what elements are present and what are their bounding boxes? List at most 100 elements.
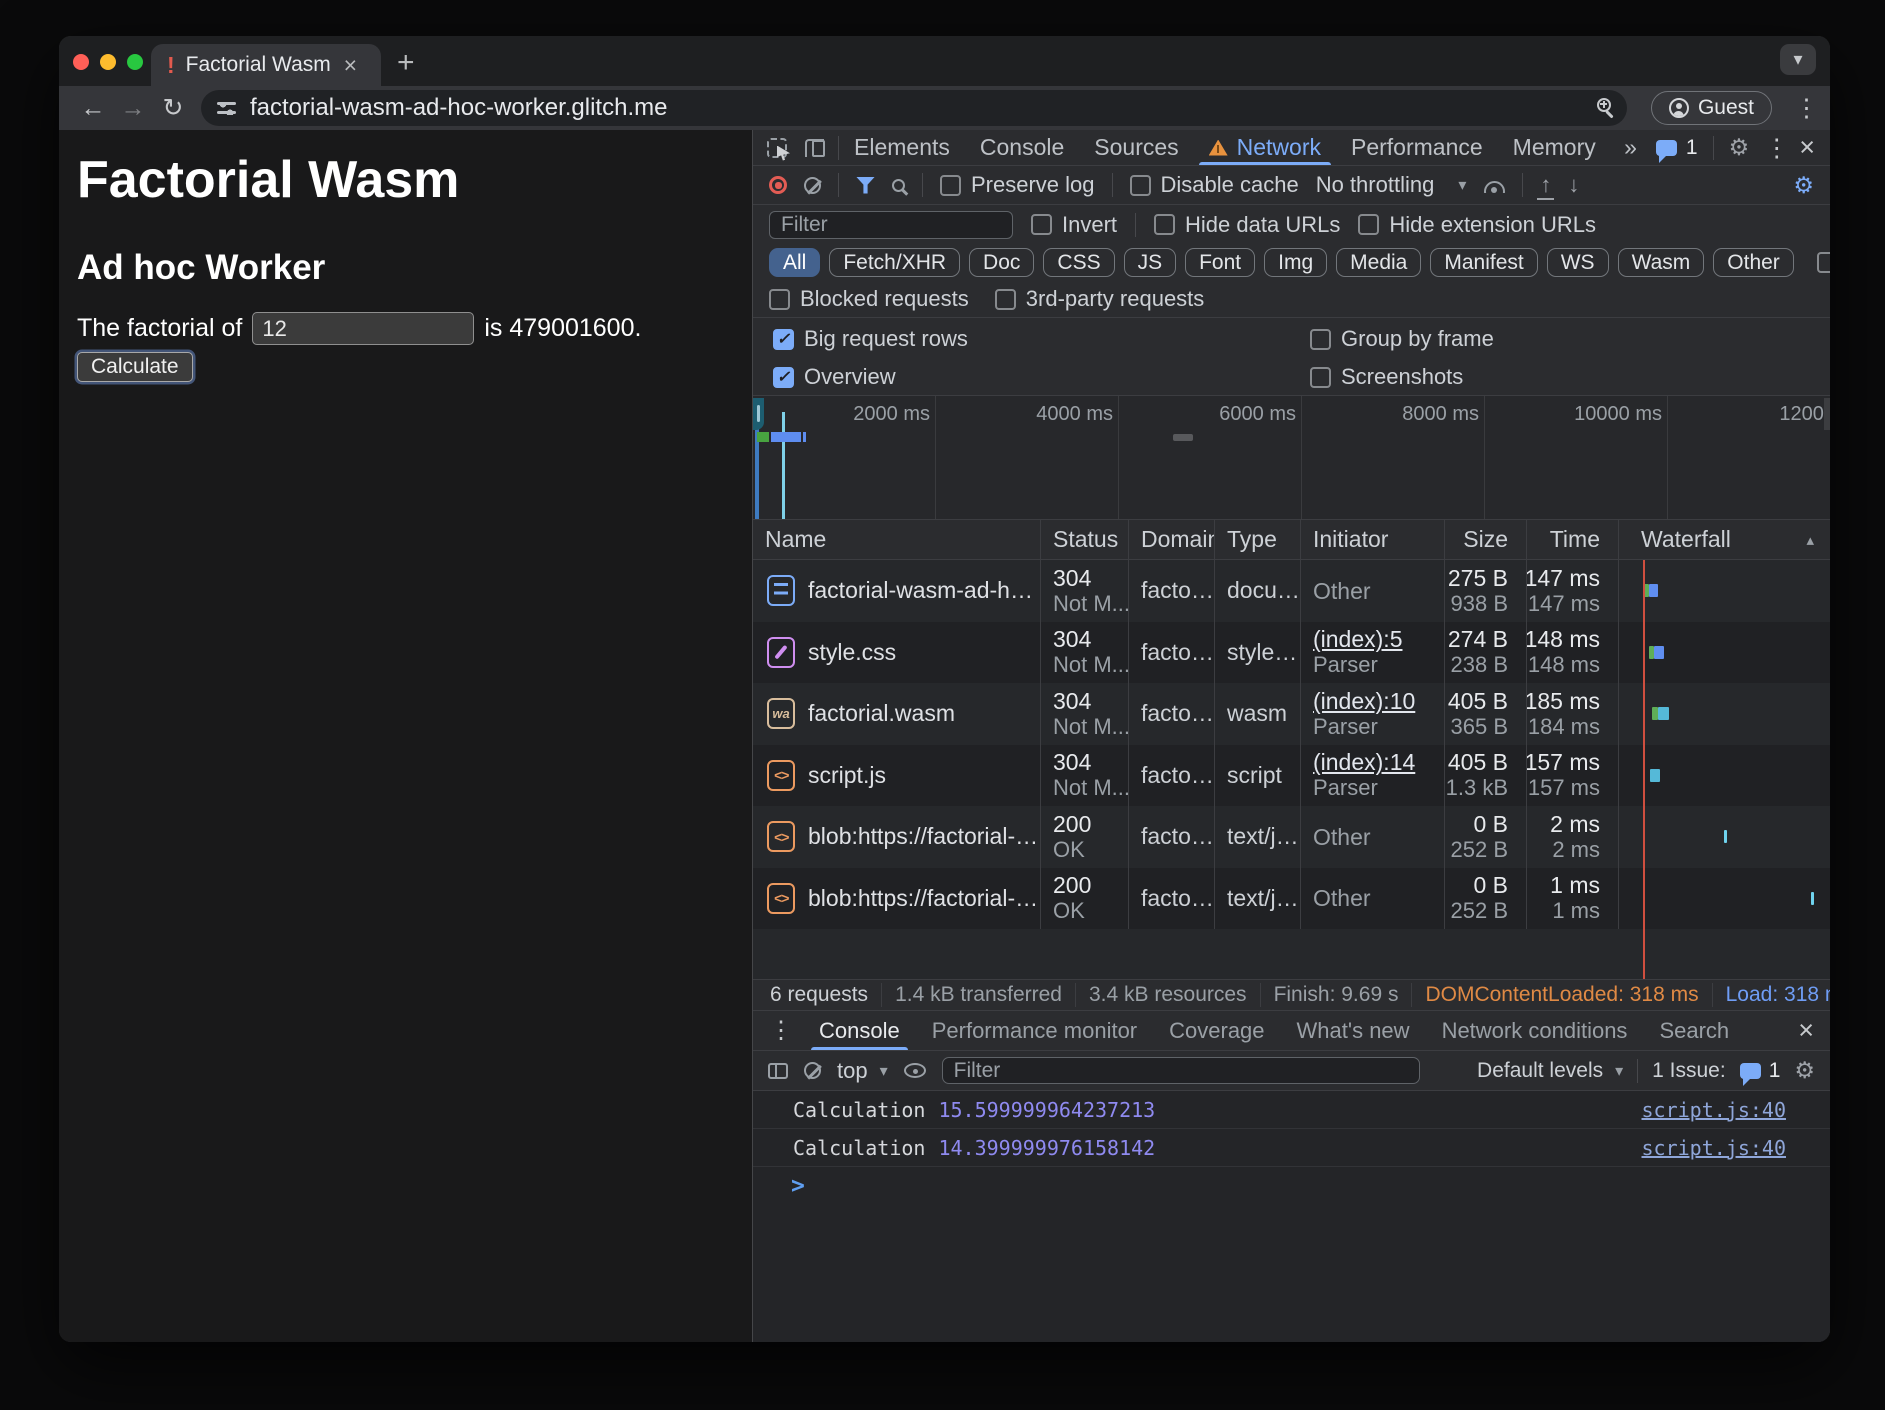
console-filter-input[interactable] xyxy=(942,1057,1420,1084)
drawer-tab[interactable]: Network conditions xyxy=(1426,1011,1644,1050)
browser-menu-button[interactable]: ⋮ xyxy=(1794,93,1814,123)
overview-checkbox[interactable]: ✓Overview xyxy=(773,364,896,390)
column-header-name[interactable]: Name xyxy=(753,520,1041,559)
request-row[interactable]: style.css 304Not M... factori... styles.… xyxy=(753,622,1830,684)
request-initiator[interactable]: (index):10 xyxy=(1313,688,1444,714)
filter-chip[interactable]: All xyxy=(769,248,820,277)
filter-chip[interactable]: Wasm xyxy=(1618,248,1705,277)
inspect-element-icon[interactable] xyxy=(767,138,787,158)
devtools-tab[interactable]: Elements xyxy=(839,130,965,165)
filter-chip[interactable]: Font xyxy=(1185,248,1255,277)
close-window-button[interactable] xyxy=(73,54,89,70)
console-source-link[interactable]: script.js:40 xyxy=(1642,1098,1787,1122)
devtools-tab[interactable]: Sources xyxy=(1079,130,1193,165)
record-network-log-button[interactable] xyxy=(769,176,787,194)
drawer-tab[interactable]: What's new xyxy=(1281,1011,1426,1050)
throttling-select[interactable]: No throttling▾ xyxy=(1316,172,1467,198)
group-by-frame-checkbox[interactable]: Group by frame xyxy=(1310,326,1494,352)
request-initiator[interactable]: Other xyxy=(1313,578,1444,604)
devtools-tab[interactable]: Console xyxy=(965,130,1079,165)
request-row[interactable]: <>script.js 304Not M... factori... scrip… xyxy=(753,745,1830,807)
filter-icon[interactable] xyxy=(856,177,875,194)
screenshots-checkbox[interactable]: Screenshots xyxy=(1310,364,1463,390)
column-header-waterfall[interactable]: Waterfall▴ xyxy=(1619,520,1830,559)
address-bar[interactable]: factorial-wasm-ad-hoc-worker.glitch.me xyxy=(201,90,1627,126)
devtools-close-icon[interactable]: × xyxy=(1799,134,1815,161)
log-levels-select[interactable]: Default levels▾ xyxy=(1477,1059,1623,1083)
more-tabs-button[interactable]: » xyxy=(1620,134,1641,161)
preserve-log-checkbox[interactable]: Preserve log xyxy=(940,172,1095,198)
filter-chip[interactable]: Manifest xyxy=(1430,248,1537,277)
third-party-requests-checkbox[interactable]: 3rd-party requests xyxy=(995,286,1205,312)
reload-button[interactable]: ↻ xyxy=(155,93,191,123)
column-header-initiator[interactable]: Initiator xyxy=(1301,520,1445,559)
zoom-page-icon[interactable] xyxy=(1597,98,1611,119)
network-filter-input[interactable] xyxy=(769,211,1013,239)
issues-icon[interactable] xyxy=(1656,140,1677,156)
request-initiator[interactable]: Other xyxy=(1313,885,1444,911)
filter-chip[interactable]: Media xyxy=(1336,248,1421,277)
drawer-close-icon[interactable]: × xyxy=(1798,1017,1814,1044)
console-source-link[interactable]: script.js:40 xyxy=(1642,1136,1787,1160)
zoom-window-button[interactable] xyxy=(127,54,143,70)
tab-close-icon[interactable]: × xyxy=(344,54,357,77)
request-row[interactable]: <>blob:https://factorial-wa... 200OK fac… xyxy=(753,868,1830,930)
profile-button[interactable]: Guest xyxy=(1651,91,1772,125)
console-settings-gear-icon[interactable]: ⚙ xyxy=(1794,1057,1815,1084)
disable-cache-checkbox[interactable]: Disable cache xyxy=(1130,172,1299,198)
column-header-type[interactable]: Type xyxy=(1215,520,1301,559)
live-expression-eye-icon[interactable] xyxy=(904,1063,926,1078)
column-header-time[interactable]: Time xyxy=(1527,520,1619,559)
devtools-tab[interactable]: Performance xyxy=(1336,130,1498,165)
big-request-rows-checkbox[interactable]: ✓Big request rows xyxy=(773,326,968,352)
calculate-button[interactable]: Calculate xyxy=(77,352,193,382)
overview-right-grip[interactable] xyxy=(1824,398,1830,430)
filter-chip[interactable]: JS xyxy=(1124,248,1177,277)
drawer-tab[interactable]: Console xyxy=(803,1011,916,1050)
column-header-size[interactable]: Size xyxy=(1445,520,1527,559)
import-har-icon[interactable]: ↑ xyxy=(1540,172,1551,198)
request-row[interactable]: wafactorial.wasm 304Not M... factori... … xyxy=(753,683,1830,745)
column-header-domain[interactable]: Domain xyxy=(1129,520,1215,559)
back-button[interactable]: ← xyxy=(75,94,111,123)
filter-chip[interactable]: Img xyxy=(1264,248,1327,277)
filter-chip[interactable]: Fetch/XHR xyxy=(829,248,960,277)
export-har-icon[interactable]: ↓ xyxy=(1568,172,1579,198)
execution-context-select[interactable]: top▾ xyxy=(837,1058,888,1084)
blocked-requests-checkbox[interactable]: Blocked requests xyxy=(769,286,969,312)
hide-extension-urls-checkbox[interactable]: Hide extension URLs xyxy=(1358,212,1596,238)
filter-chip[interactable]: WS xyxy=(1547,248,1609,277)
drawer-tab[interactable]: Performance monitor xyxy=(916,1011,1153,1050)
drawer-tab[interactable]: Search xyxy=(1643,1011,1745,1050)
forward-button[interactable]: → xyxy=(115,94,151,123)
minimize-window-button[interactable] xyxy=(100,54,116,70)
issues-icon[interactable] xyxy=(1740,1063,1761,1079)
site-settings-icon[interactable] xyxy=(217,102,236,115)
hide-data-urls-checkbox[interactable]: Hide data URLs xyxy=(1154,212,1340,238)
devtools-tab[interactable]: Memory xyxy=(1498,130,1611,165)
blocked-response-cookies-checkbox[interactable]: Blocked response cookies xyxy=(1817,250,1830,276)
network-overview-timeline[interactable]: 2000 ms4000 ms6000 ms8000 ms10000 ms1200… xyxy=(753,396,1830,520)
request-initiator[interactable]: (index):14 xyxy=(1313,749,1444,775)
network-settings-gear-icon[interactable]: ⚙ xyxy=(1793,172,1814,199)
console-sidebar-icon[interactable] xyxy=(768,1063,788,1079)
device-toolbar-icon[interactable] xyxy=(805,139,824,157)
issues-label[interactable]: 1 Issue: xyxy=(1652,1059,1726,1083)
more-tools-icon[interactable]: ⋮ xyxy=(769,1016,793,1045)
factorial-input[interactable] xyxy=(252,312,474,345)
request-row[interactable]: factorial-wasm-ad-hoc-... 304Not M... fa… xyxy=(753,560,1830,622)
settings-gear-icon[interactable]: ⚙ xyxy=(1729,134,1750,161)
clear-network-log-button[interactable] xyxy=(804,177,821,194)
devtools-tab[interactable]: Network xyxy=(1194,130,1336,165)
browser-tab[interactable]: ! Factorial Wasm (ad hoc Work × xyxy=(151,44,381,86)
filter-chip[interactable]: CSS xyxy=(1043,248,1114,277)
tab-search-chevron-button[interactable]: ▾ xyxy=(1780,44,1816,75)
invert-checkbox[interactable]: Invert xyxy=(1031,212,1117,238)
drawer-tab[interactable]: Coverage xyxy=(1153,1011,1280,1050)
column-header-status[interactable]: Status xyxy=(1041,520,1129,559)
request-initiator[interactable]: Other xyxy=(1313,824,1444,850)
filter-chip[interactable]: Other xyxy=(1713,248,1794,277)
search-icon[interactable] xyxy=(892,179,905,192)
network-conditions-icon[interactable] xyxy=(1483,177,1505,193)
new-tab-button[interactable]: + xyxy=(397,48,415,78)
